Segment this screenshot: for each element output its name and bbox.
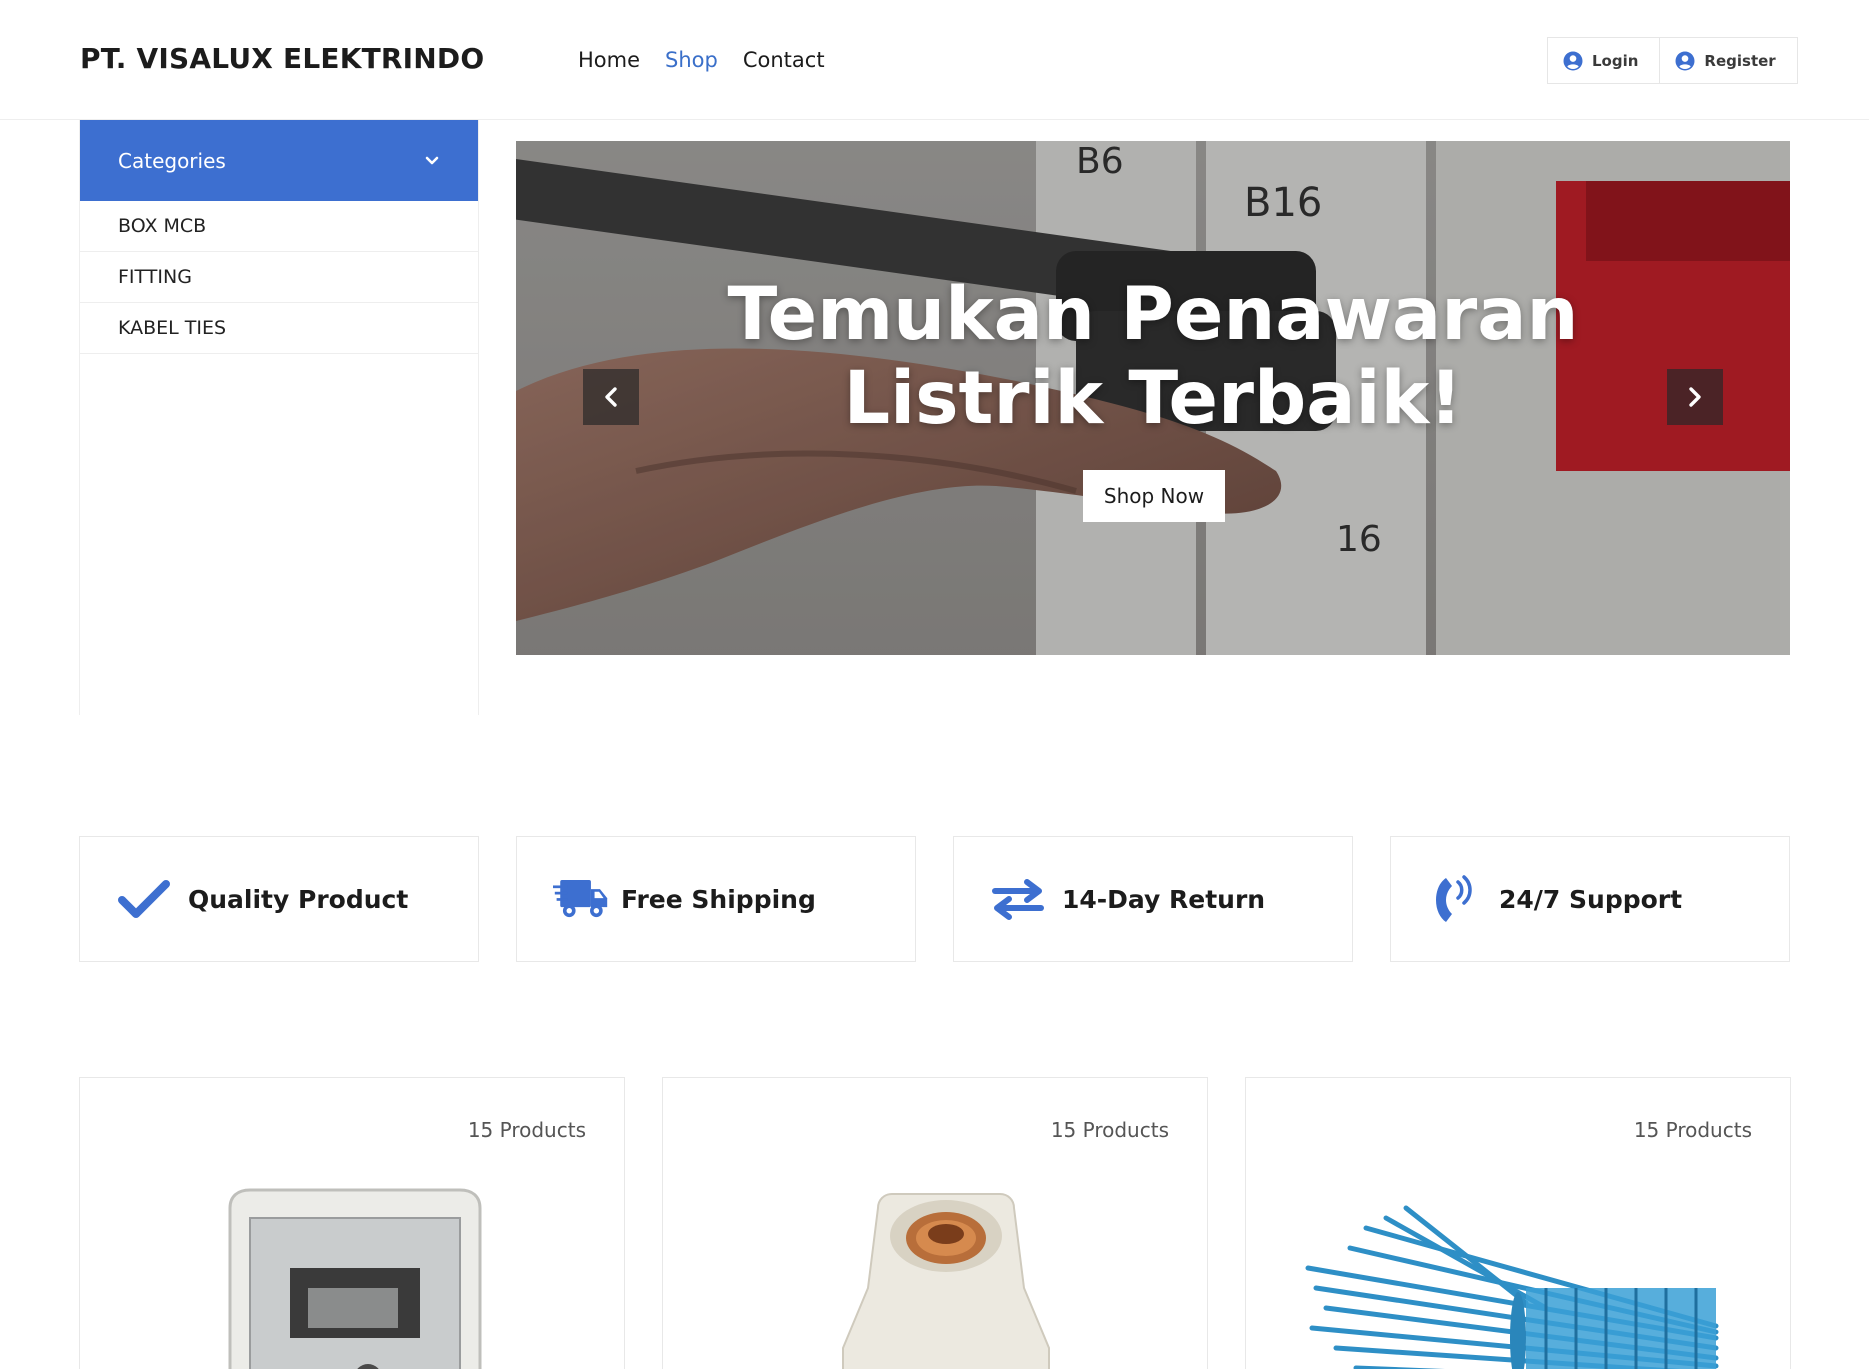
check-icon [116, 874, 172, 924]
box-mcb-image [228, 1188, 482, 1369]
user-circle-icon [1675, 51, 1695, 70]
feature-14-day-return: 14-Day Return [953, 836, 1353, 962]
carousel-prev-button[interactable] [583, 369, 639, 425]
category-item-fitting[interactable]: FITTING [80, 252, 478, 303]
product-count: 15 Products [1633, 1118, 1752, 1142]
chevron-right-icon [1689, 387, 1701, 407]
nav-home[interactable]: Home [578, 48, 640, 72]
carousel-next-button[interactable] [1667, 369, 1723, 425]
hero-heading-line-2: Listrik Terbaik! [843, 356, 1463, 441]
product-count: 15 Products [467, 1118, 586, 1142]
feature-label: Quality Product [188, 884, 409, 914]
category-item-kabel-ties[interactable]: KABEL TIES [80, 303, 478, 354]
categories-sidebar: Categories BOX MCB FITTING KABEL TIES [79, 120, 479, 715]
feature-quality-product: Quality Product [79, 836, 479, 962]
user-circle-icon [1563, 51, 1583, 70]
feature-24-7-support: 24/7 Support [1390, 836, 1790, 962]
login-button[interactable]: Login [1548, 38, 1659, 83]
nav-shop[interactable]: Shop [665, 48, 718, 72]
product-count: 15 Products [1050, 1118, 1169, 1142]
brand-name[interactable]: PT. VISALUX ELEKTRINDO [80, 42, 484, 75]
category-item-box-mcb[interactable]: BOX MCB [80, 201, 478, 252]
category-card-kabel-ties[interactable]: 15 Products [1245, 1077, 1791, 1369]
chevron-left-icon [605, 387, 617, 407]
feature-free-shipping: Free Shipping [516, 836, 916, 962]
category-card-box-mcb[interactable]: 15 Products [79, 1077, 625, 1369]
shop-now-button[interactable]: Shop Now [1083, 470, 1225, 522]
categories-toggle[interactable]: Categories [80, 120, 478, 201]
hero-heading: Temukan Penawaran Listrik Terbaik! [516, 273, 1790, 441]
login-label: Login [1592, 51, 1639, 70]
site-header: PT. VISALUX ELEKTRINDO Home Shop Contact… [0, 0, 1869, 120]
categories-title: Categories [118, 148, 226, 173]
feature-label: 24/7 Support [1499, 884, 1683, 914]
auth-buttons: Login Register [1547, 37, 1798, 84]
feature-label: 14-Day Return [1062, 884, 1266, 914]
register-label: Register [1704, 51, 1776, 70]
chevron-down-icon [425, 156, 439, 164]
shipping-truck-icon [553, 874, 609, 924]
exchange-arrows-icon [990, 874, 1046, 924]
category-card-fitting[interactable]: 15 Products [662, 1077, 1208, 1369]
kabel-ties-image [1305, 1205, 1719, 1369]
hero-carousel: B6 B16 16 Temukan Penawaran Listrik Terb… [516, 141, 1790, 655]
register-button[interactable]: Register [1659, 38, 1796, 83]
feature-label: Free Shipping [621, 884, 816, 914]
phone-volume-icon [1427, 874, 1483, 924]
fitting-image [842, 1193, 1050, 1369]
main-nav: Home Shop Contact [578, 48, 825, 72]
nav-contact[interactable]: Contact [743, 48, 825, 72]
hero-heading-line-1: Temukan Penawaran [727, 272, 1579, 357]
